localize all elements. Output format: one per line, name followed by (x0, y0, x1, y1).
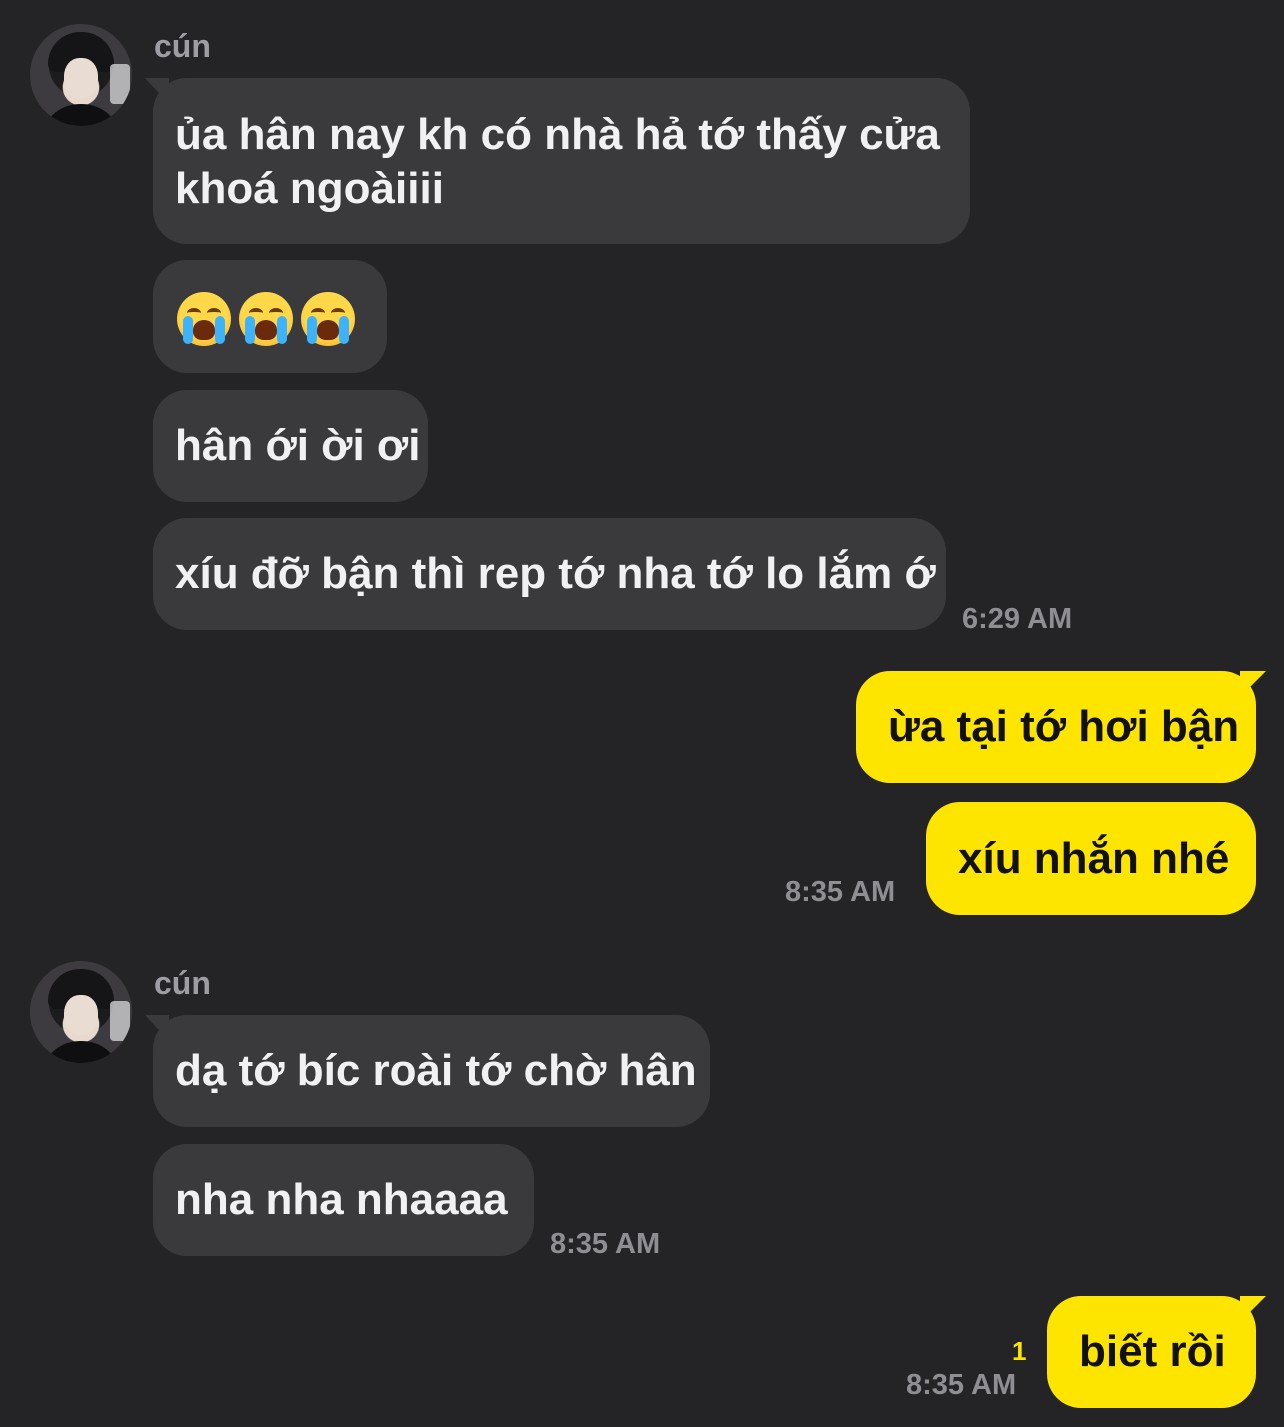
avatar-background-light (110, 1001, 130, 1041)
message-line: hân ới ời ơi (175, 421, 421, 470)
sender-name: cún (154, 965, 211, 1001)
outgoing-message[interactable]: xíu nhắn nhé (926, 802, 1256, 915)
incoming-message[interactable]: ủa hân nay kh có nhà hả tớ thấy cửa khoá… (153, 78, 970, 244)
outgoing-message[interactable]: ừa tại tớ hơi bận (856, 671, 1256, 783)
message-timestamp: 8:35 AM (785, 876, 896, 908)
incoming-emoji-message[interactable] (153, 260, 387, 373)
message-timestamp: 8:35 AM (906, 1369, 1017, 1401)
message-line: biết rồi (1079, 1327, 1226, 1376)
incoming-message[interactable]: xíu đỡ bận thì rep tớ nha tớ lo lắm ớ (153, 518, 946, 630)
message-line: nha nha nhaaaa (175, 1175, 508, 1224)
loudly-crying-face-icon (301, 292, 355, 347)
unread-count-badge: 1 (1012, 1336, 1027, 1366)
avatar-face (64, 58, 98, 98)
message-line: ừa tại tớ hơi bận (888, 702, 1240, 751)
loudly-crying-face-icon (239, 292, 293, 347)
message-line: dạ tớ bíc roài tớ chờ hân (175, 1046, 697, 1095)
message-line: xíu nhắn nhé (958, 834, 1230, 883)
outgoing-message[interactable]: biết rồi (1047, 1296, 1256, 1408)
message-line: xíu đỡ bận thì rep tớ nha tớ lo lắm ớ (175, 549, 936, 598)
avatar-shoulder (40, 1041, 122, 1063)
message-timestamp: 6:29 AM (962, 603, 1073, 635)
avatar-background-light (110, 64, 130, 104)
loudly-crying-face-icon (177, 292, 231, 347)
sender-avatar[interactable] (30, 961, 132, 1063)
avatar-shoulder (40, 104, 122, 126)
message-timestamp: 8:35 AM (550, 1228, 661, 1260)
message-line: ủa hân nay kh có nhà hả tớ thấy cửa (175, 110, 940, 159)
avatar-face (64, 995, 98, 1035)
incoming-message[interactable]: dạ tớ bíc roài tớ chờ hân (153, 1015, 710, 1127)
sender-name: cún (154, 28, 211, 64)
incoming-message[interactable]: nha nha nhaaaa (153, 1144, 534, 1256)
message-line: khoá ngoàiiii (175, 164, 444, 213)
incoming-message[interactable]: hân ới ời ơi (153, 390, 428, 502)
sender-avatar[interactable] (30, 24, 132, 126)
